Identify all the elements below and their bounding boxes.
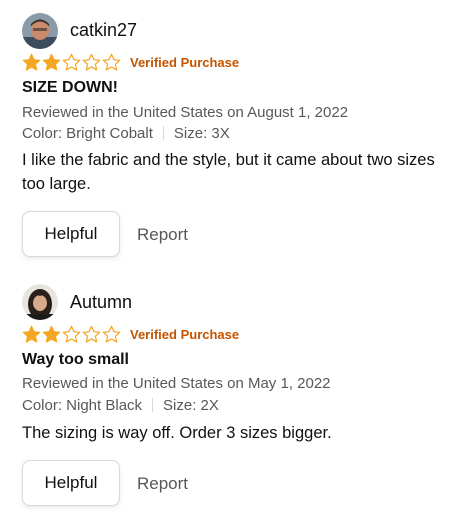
star-empty-icon [62,53,81,71]
product-variant: Color: Bright Cobalt Size: 3X [22,125,230,142]
reviewer-name[interactable]: Autumn [70,292,132,313]
star-filled-icon [22,325,41,343]
report-link[interactable]: Report [137,225,188,245]
review-title[interactable]: SIZE DOWN! [22,79,118,97]
verified-purchase-badge: Verified Purchase [130,326,240,342]
star-filled-icon [42,325,61,343]
star-rating[interactable] [22,325,122,344]
review-body: I like the fabric and the style, but it … [22,151,435,193]
review-date: Reviewed in the United States on August … [22,104,349,121]
variant-divider [162,126,164,140]
user-avatar-icon [22,13,58,49]
rating-row: Verified Purchase [22,52,239,72]
star-empty-icon [82,325,101,343]
star-empty-icon [102,325,121,343]
reviewer-name[interactable]: catkin27 [70,20,137,41]
color-variant[interactable]: Color: Night Black [22,397,142,414]
helpful-button[interactable]: Helpful [22,211,120,257]
color-variant[interactable]: Color: Bright Cobalt [22,125,153,142]
review-title[interactable]: Way too small [22,351,129,369]
size-variant: Size: 2X [163,397,219,414]
avatar[interactable] [22,13,58,49]
helpful-button[interactable]: Helpful [22,460,120,506]
user-avatar-icon [22,284,58,320]
variant-divider [152,398,154,412]
verified-purchase-badge: Verified Purchase [130,54,240,70]
star-empty-icon [62,325,81,343]
star-empty-icon [82,53,101,71]
star-filled-icon [42,53,61,71]
review-body: The sizing is way off. Order 3 sizes big… [22,424,332,442]
star-rating[interactable] [22,53,122,72]
product-variant: Color: Night Black Size: 2X [22,397,219,414]
rating-row: Verified Purchase [22,324,239,344]
size-variant: Size: 3X [173,125,230,142]
report-link[interactable]: Report [137,474,188,494]
star-filled-icon [22,53,41,71]
avatar[interactable] [22,284,58,320]
star-empty-icon [102,53,121,71]
review-date: Reviewed in the United States on May 1, … [22,375,331,392]
